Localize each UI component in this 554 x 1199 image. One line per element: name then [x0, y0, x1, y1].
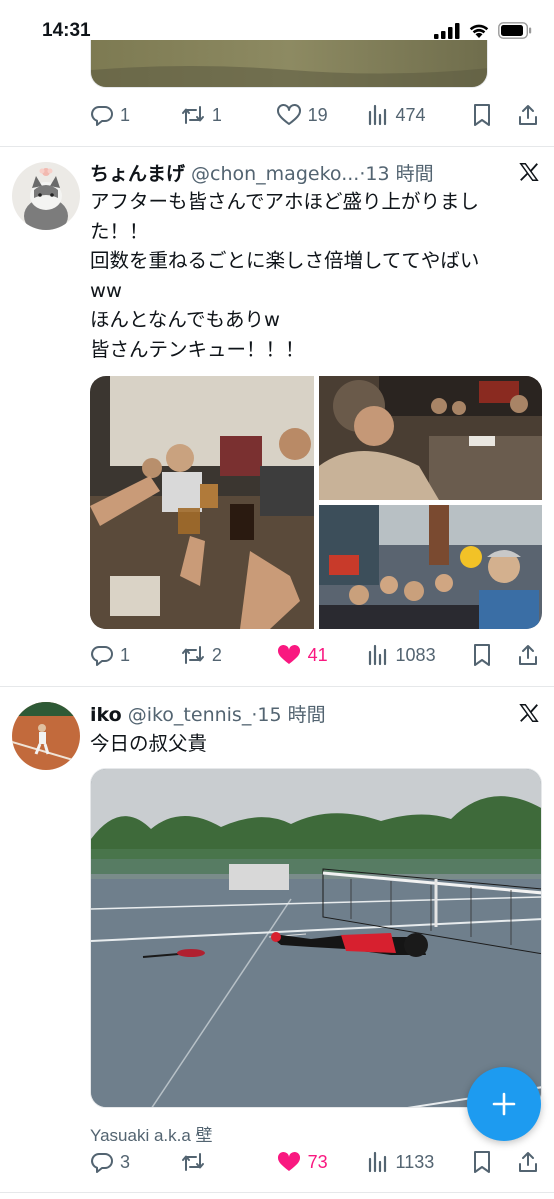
user-handle[interactable]: @iko_tennis_ — [128, 704, 252, 726]
x-logo-icon[interactable] — [518, 702, 540, 724]
divider — [0, 146, 554, 147]
views-icon — [368, 1151, 386, 1173]
tweet-1-media-grid — [90, 376, 542, 629]
retweet-icon — [181, 1153, 204, 1171]
photo-tennis-court — [91, 769, 541, 1107]
timestamp[interactable]: ·13 時間 — [359, 159, 433, 186]
user-handle[interactable]: @chon_mageko... — [191, 163, 359, 185]
tweet-text-line: 今日の叔父貴 — [90, 732, 208, 755]
avatar[interactable] — [12, 162, 80, 230]
views-icon — [368, 104, 386, 126]
divider — [0, 686, 554, 687]
tweet-text-line: た！！ — [90, 219, 149, 243]
views-count: 1083 — [395, 644, 436, 665]
share-button[interactable] — [516, 1150, 540, 1174]
reply-icon — [91, 1153, 113, 1173]
retweet-button[interactable]: 2 — [180, 643, 276, 667]
reply-count: 1 — [120, 104, 131, 125]
status-icons — [434, 22, 532, 39]
like-button[interactable]: 19 — [276, 103, 366, 127]
tweet-text-line: ww — [90, 278, 122, 302]
tweet-2-text: 今日の叔父貴 — [90, 729, 530, 759]
tweet-text-line: 皆さんテンキュー！！！ — [90, 337, 305, 361]
bookmark-button[interactable] — [471, 103, 516, 127]
tweet-2-actions: 3 73 1133 — [90, 1147, 540, 1177]
tweet-1-text: アフターも皆さんでアホほど盛り上がりまし た！！ 回数を重ねるごとに楽しさ倍増し… — [90, 187, 530, 364]
views-count: 1133 — [395, 1151, 435, 1172]
tweet-1-header: ちょんまげ @chon_mageko... ·13 時間 — [90, 159, 434, 185]
photo-party-1[interactable] — [90, 376, 314, 629]
heart-icon — [276, 104, 301, 125]
share-icon — [518, 645, 537, 665]
like-count: 41 — [307, 644, 328, 665]
tweet-1-actions: 1 2 41 1083 — [90, 640, 540, 670]
share-icon — [518, 105, 537, 125]
reply-icon — [91, 646, 113, 666]
tweet-0-actions: 1 1 19 474 — [90, 100, 540, 130]
tweet-text-line: アフターも皆さんでアホほど盛り上がりまし — [90, 190, 480, 213]
reply-button[interactable]: 3 — [90, 1150, 180, 1174]
like-button[interactable]: 41 — [276, 643, 366, 667]
tweet-2-media[interactable] — [90, 768, 542, 1108]
views-button[interactable]: 1133 — [366, 1150, 472, 1174]
display-name[interactable]: iko — [90, 704, 122, 726]
reply-button[interactable]: 1 — [90, 643, 180, 667]
reply-count: 3 — [120, 1151, 131, 1172]
media-caption: Yasuaki a.k.a 壁 — [90, 1126, 213, 1145]
share-button[interactable] — [516, 643, 540, 667]
reply-icon — [91, 106, 113, 126]
views-count: 474 — [395, 104, 426, 125]
avatar[interactable] — [12, 702, 80, 770]
share-button[interactable] — [516, 103, 540, 127]
status-time: 14:31 — [42, 20, 91, 41]
bookmark-icon — [474, 104, 491, 126]
tweet-0-media[interactable] — [90, 40, 488, 88]
bookmark-button[interactable] — [471, 1150, 516, 1174]
timestamp[interactable]: ·15 時間 — [251, 700, 325, 727]
x-logo-icon[interactable] — [518, 161, 540, 183]
photo-party-2[interactable] — [319, 376, 542, 500]
heart-icon — [277, 644, 300, 664]
retweet-count: 2 — [211, 644, 222, 665]
bookmark-icon — [474, 1151, 491, 1173]
views-button[interactable]: 474 — [366, 103, 472, 127]
retweet-count: 1 — [211, 104, 222, 125]
tweet-0-photo — [91, 40, 487, 87]
tweet-text-line: ほんとなんでもありw — [90, 308, 280, 331]
tweet-text-line: 回数を重ねるごとに楽しさ倍増しててやばい — [90, 249, 480, 272]
retweet-icon — [181, 106, 204, 124]
tennis-avatar-image — [12, 702, 80, 770]
retweet-icon — [181, 646, 204, 664]
like-count: 19 — [307, 104, 328, 125]
reply-count: 1 — [120, 644, 131, 665]
divider — [0, 1192, 554, 1193]
reply-button[interactable]: 1 — [90, 103, 180, 127]
bookmark-icon — [474, 644, 491, 666]
compose-button[interactable] — [467, 1067, 541, 1141]
cat-avatar-image — [12, 162, 80, 230]
like-button[interactable]: 73 — [276, 1150, 366, 1174]
like-count: 73 — [307, 1151, 328, 1172]
views-icon — [368, 644, 386, 666]
retweet-button[interactable]: 1 — [180, 103, 276, 127]
retweet-button[interactable] — [180, 1150, 276, 1174]
cellular-signal-icon — [434, 22, 460, 39]
heart-icon — [277, 1151, 300, 1171]
photo-party-3[interactable] — [319, 505, 542, 629]
views-button[interactable]: 1083 — [366, 643, 472, 667]
tweet-2-header: iko @iko_tennis_ ·15 時間 — [90, 700, 326, 726]
bookmark-button[interactable] — [471, 643, 516, 667]
display-name[interactable]: ちょんまげ — [90, 159, 185, 186]
plus-icon — [492, 1092, 516, 1116]
wifi-icon — [469, 24, 489, 38]
battery-icon — [498, 22, 532, 39]
share-icon — [518, 1152, 537, 1172]
